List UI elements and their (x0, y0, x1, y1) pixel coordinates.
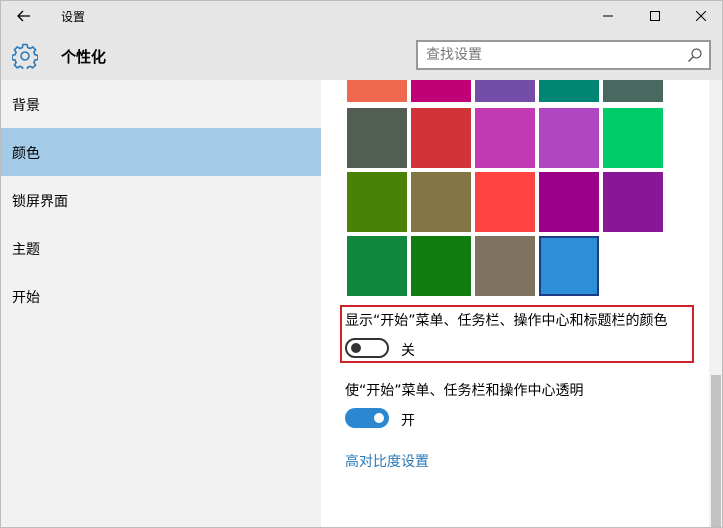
sidebar-item-themes[interactable]: 主题 (0, 224, 321, 272)
color-swatch[interactable] (539, 108, 599, 168)
transparency-label: 使“开始”菜单、任务栏和操作中心透明 (345, 383, 584, 399)
settings-window: 设置 个性化 背景 (0, 0, 723, 528)
color-swatch[interactable] (539, 80, 599, 102)
show-color-label: 显示“开始”菜单、任务栏、操作中心和标题栏的颜色 (345, 313, 668, 329)
scrollbar-thumb[interactable] (711, 375, 721, 528)
sidebar-item-background[interactable]: 背景 (0, 80, 321, 128)
search-input[interactable] (426, 46, 676, 64)
sidebar-item-label: 背景 (12, 98, 40, 114)
back-button[interactable] (6, 0, 42, 32)
color-swatch[interactable] (603, 172, 663, 232)
content-pane: 显示“开始”菜单、任务栏、操作中心和标题栏的颜色 关 使“开始”菜单、任务栏和操… (321, 80, 709, 528)
page-title: 个性化 (61, 48, 107, 66)
minimize-icon (603, 15, 613, 17)
show-color-toggle[interactable] (345, 338, 389, 358)
search-box[interactable] (416, 40, 711, 70)
close-icon (696, 11, 706, 21)
transparency-state: 开 (401, 413, 415, 429)
color-swatch[interactable] (603, 108, 663, 168)
color-swatch[interactable] (411, 80, 471, 102)
title-bar: 设置 (0, 0, 723, 32)
sidebar-item-label: 颜色 (12, 146, 40, 162)
transparency-toggle[interactable] (345, 408, 389, 428)
high-contrast-settings-link[interactable]: 高对比度设置 (345, 451, 429, 471)
color-swatch[interactable] (347, 80, 407, 102)
sidebar-item-label: 开始 (12, 290, 40, 306)
sidebar-item-lock-screen[interactable]: 锁屏界面 (0, 176, 321, 224)
color-swatch[interactable] (539, 236, 599, 296)
sidebar-item-start[interactable]: 开始 (0, 272, 321, 320)
show-color-state: 关 (401, 343, 415, 359)
color-swatch[interactable] (603, 80, 663, 102)
color-swatch[interactable] (411, 108, 471, 168)
maximize-icon (650, 11, 660, 21)
search-icon[interactable] (687, 47, 703, 63)
maximize-button[interactable] (632, 0, 678, 32)
sidebar-item-colors[interactable]: 颜色 (0, 128, 321, 176)
sidebar-item-label: 锁屏界面 (12, 194, 68, 210)
back-arrow-icon (17, 10, 30, 22)
color-swatch[interactable] (411, 236, 471, 296)
color-swatch[interactable] (411, 172, 471, 232)
color-swatch[interactable] (539, 172, 599, 232)
gear-icon (12, 43, 38, 69)
close-button[interactable] (678, 0, 723, 32)
color-swatch[interactable] (475, 108, 535, 168)
color-swatch[interactable] (475, 172, 535, 232)
color-swatch[interactable] (347, 172, 407, 232)
sidebar: 背景 颜色 锁屏界面 主题 开始 (0, 80, 321, 528)
page-header: 个性化 (0, 32, 723, 80)
color-swatch[interactable] (475, 80, 535, 102)
color-swatch[interactable] (347, 236, 407, 296)
color-swatch[interactable] (347, 108, 407, 168)
color-swatch[interactable] (475, 236, 535, 296)
sidebar-item-label: 主题 (12, 242, 40, 258)
toggle-knob (351, 343, 361, 353)
window-title: 设置 (61, 10, 86, 24)
toggle-knob (374, 413, 384, 423)
minimize-button[interactable] (585, 0, 631, 32)
